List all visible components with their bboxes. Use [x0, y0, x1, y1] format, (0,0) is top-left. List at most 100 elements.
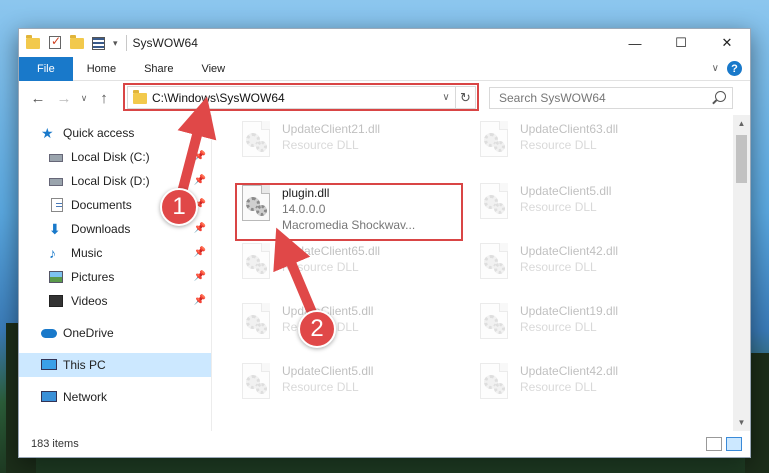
dll-file-icon	[238, 121, 274, 161]
computer-icon	[41, 357, 57, 373]
properties-check-icon[interactable]	[47, 34, 63, 51]
tiles-view-icon[interactable]	[726, 437, 742, 451]
tab-home[interactable]: Home	[73, 57, 130, 81]
navigation-bar: ← → ∨ ↑ C:\Windows\SysWOW64 ∨ ↻ Search S…	[19, 81, 750, 115]
up-button[interactable]: ↑	[91, 85, 117, 111]
disk-icon	[49, 149, 65, 165]
search-input[interactable]: Search SysWOW64	[489, 87, 733, 109]
file-item[interactable]: UpdateClient63.dll Resource DLL	[476, 121, 702, 169]
file-item[interactable]: UpdateClient5.dllResource DLL	[238, 303, 464, 351]
sidebar-item-label: Music	[71, 246, 103, 260]
pin-icon[interactable]: 📌	[194, 247, 206, 258]
file-name: UpdateClient42.dll	[520, 364, 619, 378]
file-item[interactable]: UpdateClient5.dll Resource DLL	[238, 363, 464, 411]
window-title: SysWOW64	[132, 36, 198, 50]
tab-view[interactable]: View	[187, 57, 239, 81]
sidebar-item-network[interactable]: Network	[19, 385, 211, 409]
close-button[interactable]: ✕	[704, 29, 750, 57]
file-name: UpdateClient42.dll	[520, 244, 619, 258]
file-description: Macromedia Shockwav...	[282, 218, 416, 232]
sidebar-item-music[interactable]: ♪ Music 📌	[19, 241, 211, 265]
file-item[interactable]: UpdateClient19.dll Resource DLL	[476, 303, 702, 351]
file-description: Resource DLL	[282, 380, 359, 394]
file-name: plugin.dll	[282, 186, 330, 200]
pin-icon[interactable]: 📌	[194, 223, 206, 234]
file-item[interactable]: UpdateClient42.dll Resource DLL	[476, 243, 702, 291]
details-view-icon[interactable]	[706, 437, 722, 451]
search-placeholder: Search SysWOW64	[499, 91, 606, 105]
music-icon: ♪	[49, 245, 56, 261]
sidebar-item-label: Local Disk (C:)	[71, 150, 150, 164]
explorer-window: ▾ SysWOW64 — ☐ ✕ File Home Share View ∨ …	[18, 28, 751, 458]
scroll-up-icon[interactable]: ▲	[733, 115, 750, 132]
file-description: Resource DLL	[520, 320, 597, 334]
dll-file-icon	[476, 183, 512, 223]
file-name: UpdateClient65.dll	[282, 244, 381, 258]
tab-file[interactable]: File	[19, 56, 73, 81]
dll-file-icon	[238, 303, 274, 343]
search-icon[interactable]	[715, 91, 726, 102]
pin-icon[interactable]: 📌	[194, 151, 206, 162]
forward-button[interactable]: →	[51, 85, 77, 111]
sidebar-item-label: This PC	[63, 358, 106, 372]
scrollbar-thumb[interactable]	[736, 135, 747, 183]
address-dropdown-icon[interactable]: ∨	[439, 92, 453, 103]
help-icon[interactable]: ?	[727, 61, 742, 76]
back-button[interactable]: ←	[25, 85, 51, 111]
maximize-button[interactable]: ☐	[658, 29, 704, 57]
recent-locations-icon[interactable]: ∨	[77, 93, 91, 104]
pin-icon[interactable]: 📌	[194, 295, 206, 306]
file-name: UpdateClient21.dll	[282, 122, 381, 136]
vertical-scrollbar[interactable]: ▲ ▼	[733, 115, 750, 431]
dll-file-icon	[238, 243, 274, 283]
pin-icon[interactable]: 📌	[194, 175, 206, 186]
sidebar-item-label: Videos	[71, 294, 108, 308]
address-path[interactable]: C:\Windows\SysWOW64	[152, 91, 439, 105]
new-folder-icon[interactable]	[69, 35, 85, 51]
sidebar-item-this-pc[interactable]: This PC	[19, 353, 211, 377]
sidebar-item-label: Downloads	[71, 222, 131, 236]
properties-icon[interactable]	[91, 35, 107, 51]
sidebar-item-pictures[interactable]: Pictures 📌	[19, 265, 211, 289]
file-description: Resource DLL	[520, 138, 597, 152]
sidebar-item-label: Pictures	[71, 270, 115, 284]
dll-file-icon	[238, 363, 274, 403]
sidebar-item-videos[interactable]: Videos 📌	[19, 289, 211, 313]
file-name: UpdateClient63.dll	[520, 122, 619, 136]
file-description: Resource DLL	[520, 200, 597, 214]
file-item[interactable]: UpdateClient21.dll Resource DLL	[238, 121, 464, 169]
documents-icon	[49, 197, 65, 213]
sidebar-item-label: Local Disk (D:)	[71, 174, 150, 188]
file-name: UpdateClient5.dll	[520, 184, 612, 198]
scroll-down-icon[interactable]: ▼	[733, 414, 750, 431]
folder-icon[interactable]	[25, 35, 41, 51]
file-name: UpdateClient5.dll	[282, 364, 374, 378]
sidebar-item-local-disk-c[interactable]: Local Disk (C:) 📌	[19, 145, 211, 169]
sidebar-item-label: Documents	[71, 198, 132, 212]
network-icon	[41, 389, 57, 405]
file-item-plugin-dll[interactable]: plugin.dll 14.0.0.0 Macromedia Shockwav...	[238, 185, 464, 239]
file-item[interactable]: UpdateClient42.dll Resource DLL	[476, 363, 702, 411]
expand-ribbon-icon[interactable]: ∨	[712, 63, 719, 74]
explorer-body: ★ Quick access Local Disk (C:) 📌 Local D…	[19, 115, 750, 431]
minimize-button[interactable]: —	[612, 29, 658, 57]
navigation-pane: ★ Quick access Local Disk (C:) 📌 Local D…	[19, 115, 212, 431]
status-bar: 183 items	[19, 431, 750, 457]
file-list: UpdateClient21.dll Resource DLL plugin.dl…	[212, 115, 750, 431]
address-bar[interactable]: C:\Windows\SysWOW64 ∨	[127, 86, 476, 109]
dll-file-icon	[476, 243, 512, 283]
quick-access-dropdown-icon[interactable]: ▾	[113, 38, 118, 49]
step-2-badge: 2	[298, 310, 336, 348]
file-item[interactable]: UpdateClient5.dll Resource DLL	[476, 183, 702, 231]
file-version: 14.0.0.0	[282, 202, 326, 216]
sidebar-item-onedrive[interactable]: OneDrive	[19, 321, 211, 345]
dll-file-icon	[476, 121, 512, 161]
downloads-icon: ⬇	[49, 221, 61, 237]
file-item[interactable]: UpdateClient65.dll Resource DLL	[238, 243, 464, 291]
pin-icon[interactable]: 📌	[194, 271, 206, 282]
sidebar-item-quick-access[interactable]: ★ Quick access	[19, 121, 211, 145]
file-description: Resource DLL	[520, 260, 597, 274]
tab-share[interactable]: Share	[130, 57, 187, 81]
refresh-button[interactable]: ↻	[455, 86, 475, 109]
sidebar-item-label: Network	[63, 390, 108, 404]
